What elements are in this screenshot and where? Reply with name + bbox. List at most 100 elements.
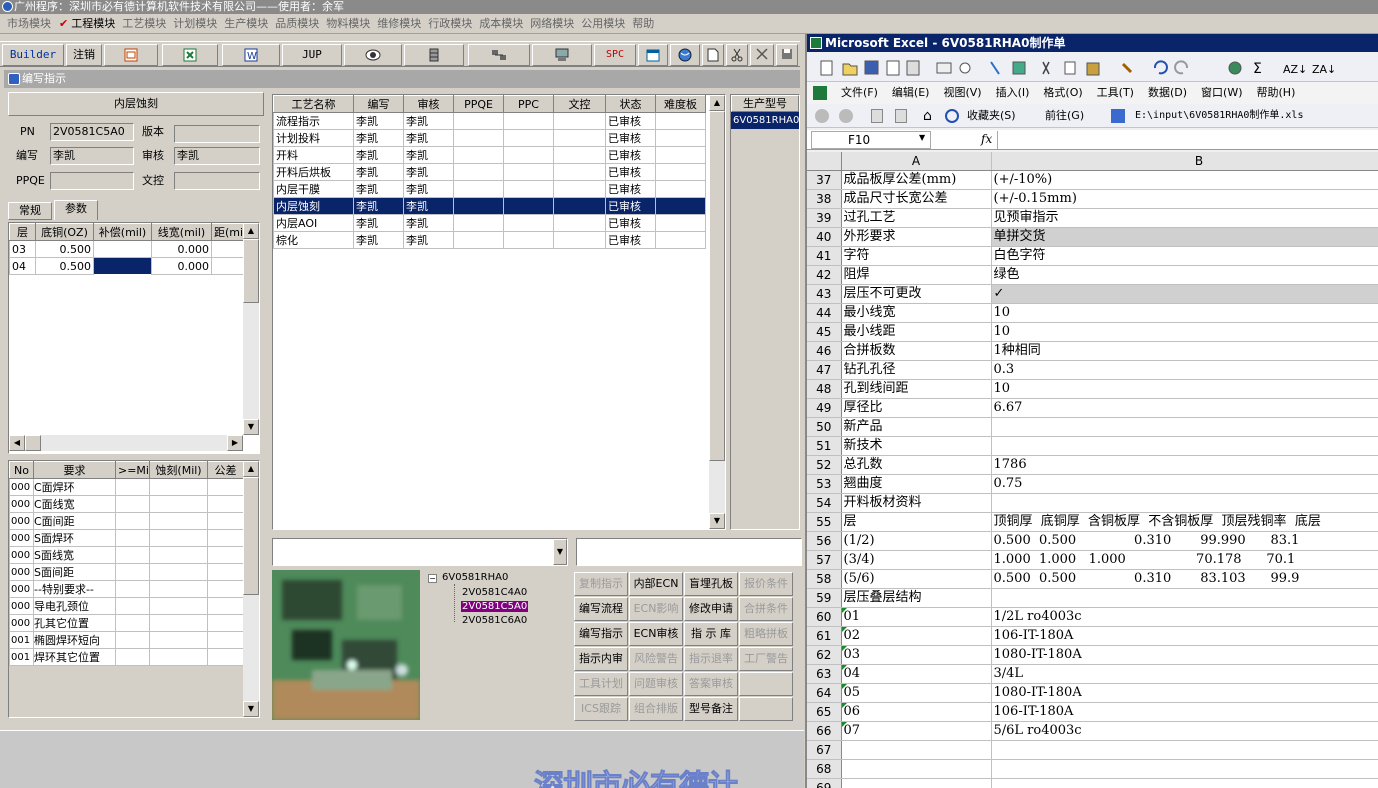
module-menu-item[interactable]: 市场模块 — [7, 14, 51, 33]
process-cell[interactable] — [503, 163, 554, 181]
layer-col-header[interactable]: 线宽(mil) — [151, 223, 212, 241]
requirement-value[interactable] — [149, 648, 208, 666]
table-row[interactable]: 000 S面焊环 — [9, 529, 244, 547]
cell-a[interactable]: (1/2) — [841, 531, 992, 551]
requirement-text[interactable]: --特别要求-- — [33, 580, 116, 598]
process-cell[interactable]: 开料后烘板 — [273, 163, 354, 181]
process-cell[interactable] — [553, 163, 606, 181]
process-col-header[interactable]: PPC — [503, 95, 554, 113]
process-cell[interactable] — [553, 214, 606, 232]
requirement-no[interactable]: 000 — [9, 529, 34, 547]
excel-menu-item[interactable]: 编辑(E) — [892, 82, 930, 104]
process-cell[interactable] — [553, 197, 606, 215]
process-cell[interactable]: 李凯 — [353, 180, 404, 198]
action-button[interactable]: 指 示 库 — [684, 622, 738, 646]
cell-b[interactable]: 1/2L ro4003c — [991, 607, 1378, 627]
table-row[interactable]: 内层干膜 李凯 李凯 已审核 — [273, 180, 706, 198]
process-cell[interactable]: 已审核 — [605, 146, 656, 164]
table-row[interactable]: 000 S面线宽 — [9, 546, 244, 564]
view-button[interactable] — [344, 44, 402, 66]
requirement-value[interactable] — [115, 631, 150, 649]
chevron-down-icon[interactable]: ▼ — [919, 133, 925, 142]
ppqe-field[interactable] — [50, 172, 134, 190]
process-cell[interactable] — [553, 146, 606, 164]
cell-a[interactable]: 06 — [841, 702, 992, 722]
action-button[interactable]: 粗略拼板 — [739, 622, 793, 646]
layer-col-header[interactable]: 距(mi — [211, 223, 245, 241]
requirement-value[interactable] — [149, 546, 208, 564]
new-file-button[interactable] — [702, 44, 724, 66]
requirement-no[interactable]: 000 — [9, 563, 34, 581]
table-row[interactable]: 000 --特别要求-- — [9, 580, 244, 598]
requirement-text[interactable]: 焊环其它位置 — [33, 648, 116, 666]
cell-a[interactable] — [841, 759, 992, 779]
requirement-no[interactable]: 000 — [9, 597, 34, 615]
cell-b[interactable]: (+/-10%) — [991, 170, 1378, 190]
requirement-value[interactable] — [149, 495, 208, 513]
table-row[interactable]: 棕化 李凯 李凯 已审核 — [273, 231, 706, 249]
refresh-icon[interactable] — [895, 109, 907, 123]
module-menu-item[interactable]: 生产模块 — [224, 14, 268, 33]
scroll-up-icon[interactable]: ▲ — [709, 95, 725, 111]
requirement-text[interactable]: 椭圆焊环短向 — [33, 631, 116, 649]
cell-a[interactable]: 03 — [841, 645, 992, 665]
module-menu-item[interactable]: 工艺模块 — [122, 14, 166, 33]
excel-menu-item[interactable]: 窗口(W) — [1201, 82, 1242, 104]
row-header[interactable]: 38 — [807, 189, 842, 209]
cell-a[interactable]: 层压叠层结构 — [841, 588, 992, 608]
row-header[interactable]: 63 — [807, 664, 842, 684]
builder-button[interactable]: Builder — [2, 44, 64, 66]
requirement-value[interactable] — [115, 580, 150, 598]
action-button[interactable]: 内部ECN — [629, 572, 683, 596]
process-cell[interactable]: 李凯 — [403, 146, 454, 164]
cell-a[interactable]: 07 — [841, 721, 992, 741]
module-menu-item[interactable]: 物料模块 — [326, 14, 370, 33]
excel-menu-item[interactable]: 格式(O) — [1043, 82, 1082, 104]
search-icon[interactable] — [945, 109, 959, 123]
cell-b[interactable]: 3/4L — [991, 664, 1378, 684]
row-header[interactable]: 47 — [807, 360, 842, 380]
computer-button[interactable] — [532, 44, 592, 66]
layer-grid-hscroll[interactable]: ◀ ▶ — [9, 435, 243, 451]
process-col-header[interactable]: 审核 — [403, 95, 454, 113]
process-col-header[interactable]: 状态 — [605, 95, 656, 113]
requirement-no[interactable]: 000 — [9, 614, 34, 632]
action-button[interactable]: 修改申请 — [684, 597, 738, 621]
word-export-button[interactable]: W — [222, 44, 280, 66]
cell-b[interactable]: 1种相同 — [991, 341, 1378, 361]
scroll-down-icon[interactable]: ▼ — [243, 701, 259, 717]
process-cell[interactable]: 已审核 — [605, 163, 656, 181]
reviewer-field[interactable]: 李凯 — [174, 147, 260, 165]
row-header[interactable]: 39 — [807, 208, 842, 228]
select-all-corner[interactable] — [807, 152, 842, 171]
cell-b[interactable] — [991, 740, 1378, 760]
favorites-menu[interactable]: 收藏夹(S) — [967, 104, 1016, 128]
cell-a[interactable]: 钻孔孔径 — [841, 360, 992, 380]
row-header[interactable]: 41 — [807, 246, 842, 266]
cell-b[interactable]: 白色字符 — [991, 246, 1378, 266]
layer-col-header[interactable]: 层 — [9, 223, 36, 241]
cell-b[interactable]: 5/6L ro4003c — [991, 721, 1378, 741]
process-cell[interactable] — [503, 197, 554, 215]
cell-b[interactable]: 1786 — [991, 455, 1378, 475]
action-button[interactable]: 型号备注 — [684, 697, 738, 721]
function-icon[interactable]: fx — [981, 132, 992, 146]
table-row[interactable]: 000 孔其它位置 — [9, 614, 244, 632]
home-icon[interactable]: ⌂ — [923, 108, 932, 124]
cut-button[interactable] — [726, 44, 748, 66]
requirement-value[interactable] — [207, 580, 244, 598]
requirement-no[interactable]: 000 — [9, 580, 34, 598]
requirement-col-header[interactable]: No — [9, 461, 34, 479]
cell-a[interactable]: 最小线距 — [841, 322, 992, 342]
process-col-header[interactable]: 编写 — [353, 95, 404, 113]
requirement-no[interactable]: 000 — [9, 495, 34, 513]
action-button[interactable]: 合拼条件 — [739, 597, 793, 621]
module-menu-item[interactable]: 行政模块 — [428, 14, 472, 33]
row-header[interactable]: 37 — [807, 170, 842, 190]
process-cell[interactable]: 李凯 — [403, 214, 454, 232]
excel-menu-item[interactable]: 数据(D) — [1148, 82, 1187, 104]
cell-b[interactable]: 1080-IT-180A — [991, 645, 1378, 665]
table-row[interactable]: 内层蚀刻 李凯 李凯 已审核 — [273, 197, 706, 215]
database-button[interactable] — [404, 44, 464, 66]
save-button[interactable] — [776, 44, 798, 66]
